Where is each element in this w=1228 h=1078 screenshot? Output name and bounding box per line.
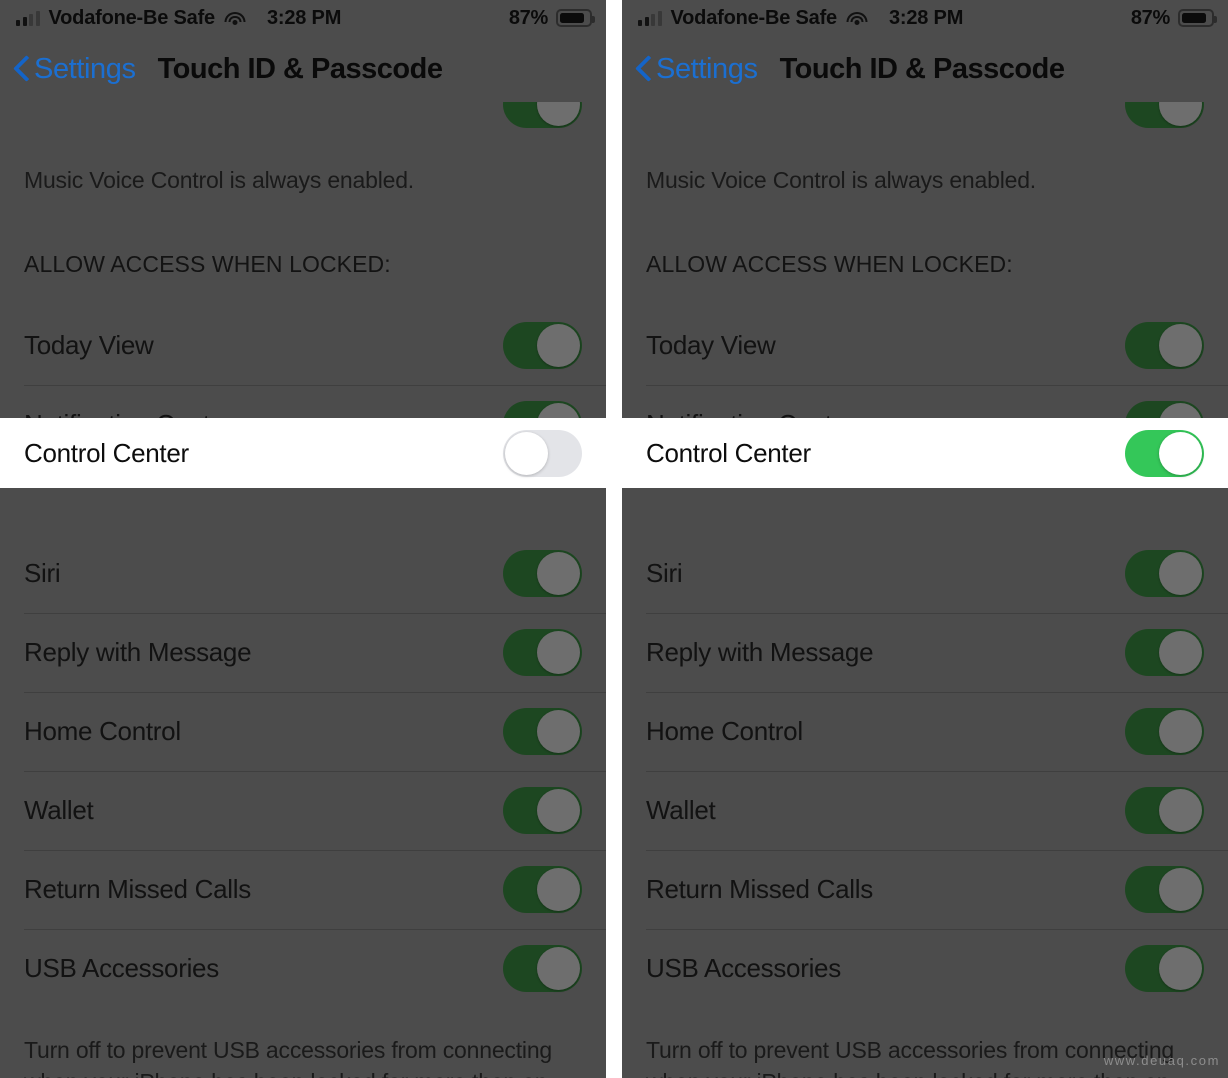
nav-bar-left: Settings Touch ID & Passcode bbox=[0, 36, 606, 102]
row-label: USB Accessories bbox=[24, 952, 219, 983]
row-label: Return Missed Calls bbox=[24, 873, 251, 904]
row-reply-with-message[interactable]: Reply with Message bbox=[622, 612, 1228, 692]
page-title: Touch ID & Passcode bbox=[779, 52, 1065, 85]
row-label: Reply with Message bbox=[646, 636, 874, 667]
back-button-label: Settings bbox=[34, 52, 136, 85]
toggle-wallet[interactable] bbox=[503, 786, 582, 834]
phone-panel-right: Vodafone-Be Safe 3:28 PM 87% Settings To… bbox=[622, 0, 1228, 1078]
row-label: Siri bbox=[646, 557, 683, 588]
status-bar-right: Vodafone-Be Safe 3:28 PM 87% bbox=[622, 0, 1228, 36]
toggle-return-missed-calls[interactable] bbox=[1125, 865, 1204, 913]
toggle-siri[interactable] bbox=[1125, 549, 1204, 597]
row-home-control[interactable]: Home Control bbox=[0, 691, 606, 771]
row-reply-with-message[interactable]: Reply with Message bbox=[0, 612, 606, 692]
row-today-view[interactable]: Today View bbox=[0, 306, 606, 385]
row-label: Today View bbox=[24, 329, 154, 360]
row-label: Siri bbox=[24, 557, 61, 588]
section-header-allow-access: ALLOW ACCESS WHEN LOCKED: bbox=[24, 250, 391, 277]
status-right-group: 87% bbox=[1130, 6, 1217, 30]
music-voice-note: Music Voice Control is always enabled. bbox=[24, 167, 414, 193]
toggle-reply-with-message[interactable] bbox=[503, 628, 582, 676]
row-label: USB Accessories bbox=[646, 952, 841, 983]
back-button[interactable]: Settings bbox=[14, 53, 136, 86]
battery-percent-label: 87% bbox=[1130, 6, 1170, 29]
scrolled-row-partial bbox=[0, 102, 606, 128]
row-siri[interactable]: Siri bbox=[0, 534, 606, 613]
row-return-missed-calls[interactable]: Return Missed Calls bbox=[622, 849, 1228, 929]
toggle-home-control[interactable] bbox=[1125, 707, 1204, 755]
row-home-control[interactable]: Home Control bbox=[622, 691, 1228, 771]
chevron-left-icon bbox=[14, 55, 30, 83]
row-control-center-left[interactable]: Control Center bbox=[0, 418, 606, 488]
back-button-label: Settings bbox=[656, 52, 758, 85]
music-voice-note: Music Voice Control is always enabled. bbox=[646, 167, 1036, 193]
toggle-today-view[interactable] bbox=[1125, 321, 1204, 369]
battery-percent-label: 87% bbox=[508, 6, 548, 29]
row-return-missed-calls[interactable]: Return Missed Calls bbox=[0, 849, 606, 929]
row-wallet[interactable]: Wallet bbox=[0, 770, 606, 850]
watermark: www.deuaq.com bbox=[1103, 1053, 1220, 1068]
row-siri[interactable]: Siri bbox=[622, 534, 1228, 613]
battery-icon bbox=[1178, 9, 1217, 27]
toggle-reply-with-message[interactable] bbox=[1125, 628, 1204, 676]
row-wallet[interactable]: Wallet bbox=[622, 770, 1228, 850]
row-label: Today View bbox=[646, 329, 776, 360]
panel-gutter bbox=[606, 0, 622, 1078]
row-label: Reply with Message bbox=[24, 636, 252, 667]
battery-icon bbox=[556, 9, 595, 27]
toggle-today-view[interactable] bbox=[503, 321, 582, 369]
row-label: Home Control bbox=[646, 715, 803, 746]
row-label: Control Center bbox=[24, 437, 189, 468]
status-left-group: Vodafone-Be Safe 3:28 PM bbox=[638, 7, 963, 30]
signal-bars-icon bbox=[16, 10, 40, 26]
status-left-group: Vodafone-Be Safe 3:28 PM bbox=[16, 7, 341, 30]
row-label: Wallet bbox=[24, 794, 94, 825]
toggle-control-center-on[interactable] bbox=[1125, 429, 1204, 477]
carrier-label: Vodafone-Be Safe bbox=[670, 6, 838, 29]
row-today-view[interactable]: Today View bbox=[622, 306, 1228, 385]
row-label: Return Missed Calls bbox=[646, 873, 873, 904]
toggle-usb-accessories[interactable] bbox=[1125, 944, 1204, 992]
toggle-wallet[interactable] bbox=[1125, 786, 1204, 834]
toggle-return-missed-calls[interactable] bbox=[503, 865, 582, 913]
row-label: Wallet bbox=[646, 794, 716, 825]
chevron-left-icon bbox=[636, 55, 652, 83]
row-control-center-right[interactable]: Control Center bbox=[622, 418, 1228, 488]
status-right-group: 87% bbox=[508, 6, 595, 30]
back-button[interactable]: Settings bbox=[636, 53, 758, 86]
wifi-icon bbox=[846, 10, 868, 26]
section-header-allow-access: ALLOW ACCESS WHEN LOCKED: bbox=[646, 250, 1013, 277]
usb-footer-note: Turn off to prevent USB accessories from… bbox=[24, 1036, 552, 1078]
settings-list-left: Music Voice Control is always enabled. A… bbox=[0, 102, 606, 1078]
signal-bars-icon bbox=[638, 10, 662, 26]
row-usb-accessories[interactable]: USB Accessories bbox=[0, 928, 606, 1008]
phone-panel-left: Vodafone-Be Safe 3:28 PM 87% Settings To… bbox=[0, 0, 606, 1078]
wifi-icon bbox=[224, 10, 246, 26]
row-usb-accessories[interactable]: USB Accessories bbox=[622, 928, 1228, 1008]
clock-label: 3:28 PM bbox=[266, 6, 342, 29]
settings-list-right: Music Voice Control is always enabled. A… bbox=[622, 102, 1228, 1078]
toggle-control-center-off[interactable] bbox=[503, 429, 582, 477]
row-label: Control Center bbox=[646, 437, 811, 468]
toggle-partial[interactable] bbox=[503, 102, 582, 128]
clock-label: 3:28 PM bbox=[888, 6, 964, 29]
scrolled-row-partial bbox=[622, 102, 1228, 128]
status-bar-left: Vodafone-Be Safe 3:28 PM 87% bbox=[0, 0, 606, 36]
toggle-partial[interactable] bbox=[1125, 102, 1204, 128]
toggle-usb-accessories[interactable] bbox=[503, 944, 582, 992]
toggle-home-control[interactable] bbox=[503, 707, 582, 755]
row-label: Home Control bbox=[24, 715, 181, 746]
nav-bar-right: Settings Touch ID & Passcode bbox=[622, 36, 1228, 102]
carrier-label: Vodafone-Be Safe bbox=[48, 6, 216, 29]
toggle-siri[interactable] bbox=[503, 549, 582, 597]
page-title: Touch ID & Passcode bbox=[157, 52, 443, 85]
screenshot-stage: Vodafone-Be Safe 3:28 PM 87% Settings To… bbox=[0, 0, 1228, 1078]
